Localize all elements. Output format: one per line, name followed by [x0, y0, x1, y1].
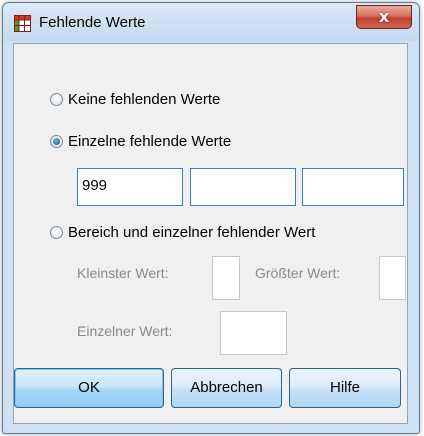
- data-grid-icon: [14, 15, 31, 32]
- range-low-input[interactable]: [212, 256, 240, 300]
- help-button[interactable]: Hilfe: [289, 368, 401, 408]
- range-discrete-label: Einzelner Wert:: [77, 323, 173, 339]
- range-high-input[interactable]: [379, 256, 406, 300]
- radio-discrete-missing-label: Einzelne fehlende Werte: [68, 133, 232, 150]
- cancel-button[interactable]: Abbrechen: [171, 368, 282, 408]
- discrete-value-2-input[interactable]: [190, 168, 296, 206]
- range-high-label: Größter Wert:: [255, 265, 341, 281]
- radio-discrete-missing[interactable]: Einzelne fehlende Werte: [50, 133, 231, 150]
- missing-values-dialog: Fehlende Werte x Keine fehlenden Werte E…: [2, 2, 420, 434]
- radio-range-missing-label: Bereich und einzelner fehlender Wert: [68, 224, 316, 241]
- radio-discrete-missing-button[interactable]: [50, 135, 63, 148]
- radio-range-missing-button[interactable]: [50, 226, 63, 239]
- radio-no-missing-label: Keine fehlenden Werte: [68, 91, 221, 108]
- radio-no-missing-button[interactable]: [50, 93, 63, 106]
- radio-no-missing[interactable]: Keine fehlenden Werte: [50, 91, 220, 108]
- ok-button[interactable]: OK: [14, 368, 164, 408]
- title-bar[interactable]: Fehlende Werte x: [3, 3, 419, 41]
- close-icon: x: [378, 7, 390, 26]
- dialog-body: Keine fehlenden Werte Einzelne fehlende …: [13, 43, 408, 424]
- range-low-label: Kleinster Wert:: [77, 265, 169, 281]
- range-discrete-input[interactable]: [220, 311, 287, 355]
- discrete-value-3-input[interactable]: [302, 168, 404, 206]
- close-button[interactable]: x: [356, 5, 412, 29]
- window-title: Fehlende Werte: [39, 14, 146, 31]
- radio-range-missing[interactable]: Bereich und einzelner fehlender Wert: [50, 224, 315, 241]
- discrete-value-1-input[interactable]: 999: [77, 168, 183, 206]
